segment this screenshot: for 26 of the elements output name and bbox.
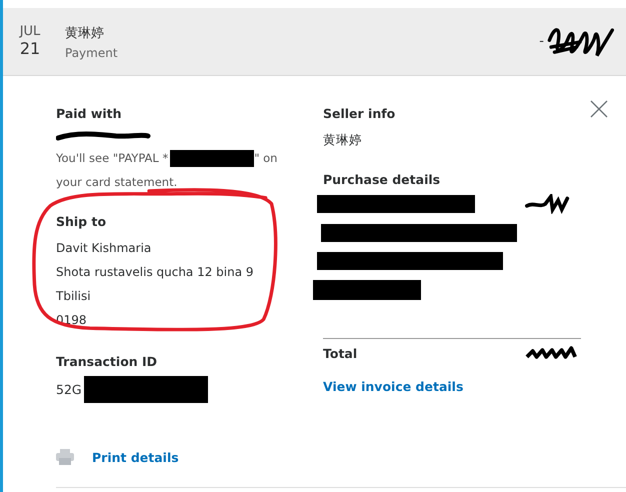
section-heading: Seller info [323,106,396,122]
view-invoice-link[interactable]: View invoice details [323,379,581,394]
statement-note: You'll see "PAYPAL * [56,150,168,167]
address-line: Shota rustavelis qucha 12 bina 9 [56,264,255,281]
payee-name: 黄琳婷 [65,24,105,42]
printer-icon [56,449,74,465]
section-heading: Paid with [56,106,123,122]
print-details-link[interactable]: Print details [92,450,179,464]
section-heading: Transaction ID [56,354,158,370]
close-icon[interactable] [590,100,608,118]
statement-note: " on [254,150,278,167]
section-heading: Ship to [56,214,108,230]
transaction-id: 52G [56,380,82,398]
seller-name: 黄琳婷 [323,131,363,149]
date-day: 21 [20,38,40,58]
statement-note: your card statement. [56,174,178,191]
transaction-header[interactable]: JUL 21 黄琳婷 Payment - [3,8,626,76]
address-line: Davit Kishmaria [56,240,152,257]
scribble-redaction [525,194,571,214]
total-label: Total [323,346,358,360]
section-heading: Purchase details [323,172,442,188]
address-line: Tbilisi [56,288,92,305]
transaction-type: Payment [65,46,118,60]
amount-sign: - [539,34,544,49]
scribble-redaction [525,345,579,361]
date-month: JUL [20,24,40,38]
